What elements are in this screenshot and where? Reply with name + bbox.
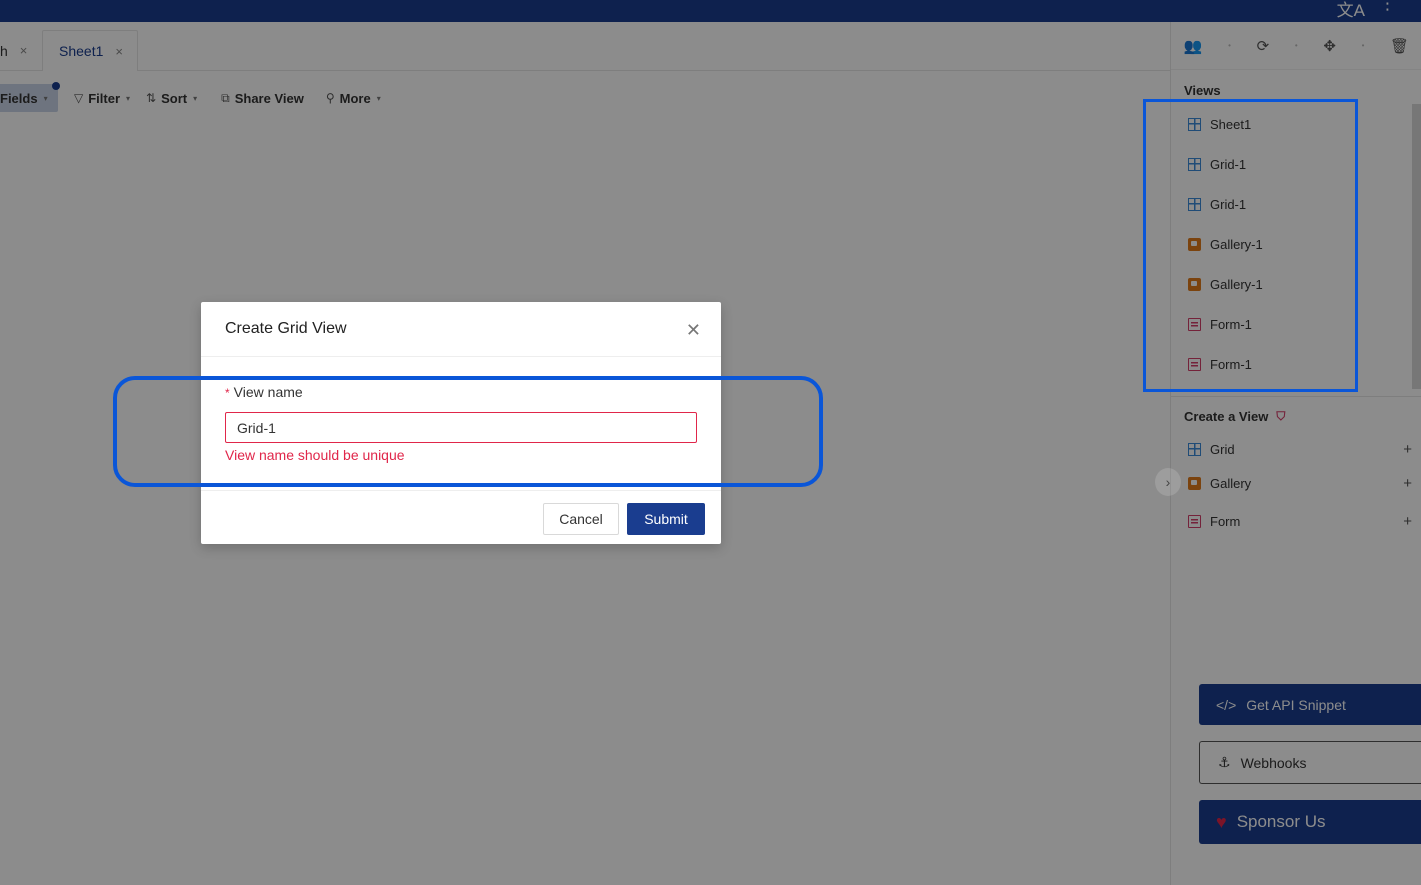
submit-button[interactable]: Submit bbox=[627, 503, 705, 535]
cancel-button[interactable]: Cancel bbox=[543, 503, 619, 535]
chevron-right-icon[interactable]: › bbox=[1155, 468, 1181, 496]
highlight-view-name-field bbox=[113, 376, 823, 487]
close-icon[interactable]: ✕ bbox=[686, 320, 701, 341]
dialog-footer: Cancel Submit bbox=[201, 490, 721, 544]
dialog-title: Create Grid View bbox=[225, 320, 347, 337]
highlight-views-list bbox=[1143, 99, 1358, 392]
dialog-header: Create Grid View bbox=[201, 302, 721, 357]
